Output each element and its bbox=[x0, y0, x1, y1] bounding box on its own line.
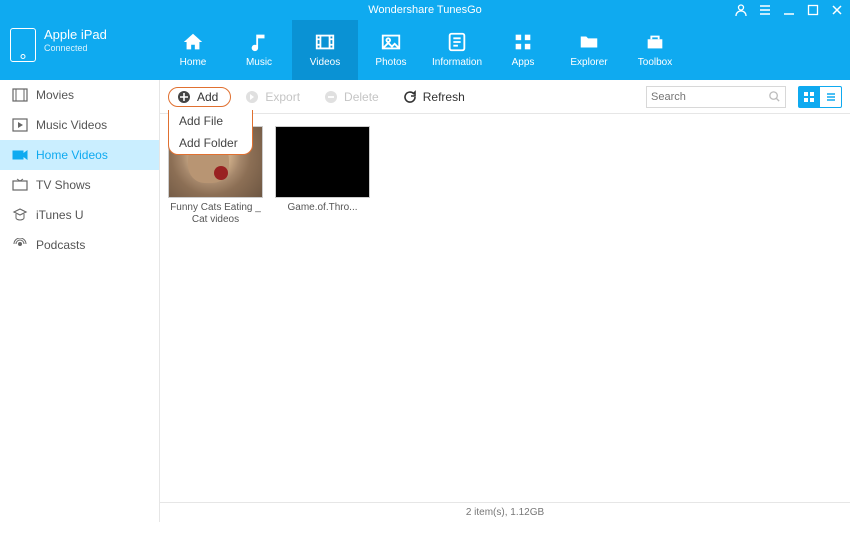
sidebar-item-movies[interactable]: Movies bbox=[0, 80, 159, 110]
window-controls bbox=[732, 0, 846, 20]
list-icon bbox=[825, 91, 837, 103]
body: Movies Music Videos Home Videos TV Shows… bbox=[0, 80, 850, 522]
apps-icon bbox=[511, 31, 535, 53]
export-label: Export bbox=[265, 90, 300, 104]
video-item[interactable]: Game.of.Thro... bbox=[275, 126, 370, 226]
device-area[interactable]: Apple iPad Connected bbox=[0, 20, 160, 80]
list-view-button[interactable] bbox=[820, 86, 842, 108]
sidebar-item-tvshows[interactable]: TV Shows bbox=[0, 170, 159, 200]
refresh-icon bbox=[403, 90, 417, 104]
toolbox-icon bbox=[643, 31, 667, 53]
titlebar: Wondershare TunesGo bbox=[0, 0, 850, 20]
add-label: Add bbox=[197, 90, 218, 104]
tab-toolbox-label: Toolbox bbox=[638, 57, 672, 68]
music-icon bbox=[247, 31, 271, 53]
add-dropdown: Add File Add Folder bbox=[168, 110, 253, 155]
device-info: Apple iPad Connected bbox=[44, 28, 107, 53]
export-button[interactable]: Export bbox=[235, 87, 310, 107]
video-title: Game.of.Thro... bbox=[275, 202, 370, 226]
tab-videos-label: Videos bbox=[310, 57, 340, 68]
user-icon[interactable] bbox=[732, 1, 750, 19]
tab-apps-label: Apps bbox=[512, 57, 535, 68]
nav-row: Apple iPad Connected Home Music Videos P… bbox=[0, 20, 850, 80]
search-box[interactable] bbox=[646, 86, 786, 108]
grid-icon bbox=[803, 91, 815, 103]
sidebar: Movies Music Videos Home Videos TV Shows… bbox=[0, 80, 160, 522]
sidebar-item-podcasts[interactable]: Podcasts bbox=[0, 230, 159, 260]
sidebar-item-label: Music Videos bbox=[36, 118, 107, 132]
statusbar: 2 item(s), 1.12GB bbox=[160, 502, 850, 522]
tab-music[interactable]: Music bbox=[226, 20, 292, 80]
status-text: 2 item(s), 1.12GB bbox=[466, 507, 544, 518]
tab-home[interactable]: Home bbox=[160, 20, 226, 80]
tab-music-label: Music bbox=[246, 57, 272, 68]
toolbar: Add Add File Add Folder Export Delete Re… bbox=[160, 80, 850, 114]
app-title: Wondershare TunesGo bbox=[368, 4, 482, 16]
device-name: Apple iPad bbox=[44, 28, 107, 41]
delete-label: Delete bbox=[344, 90, 379, 104]
itunesu-icon bbox=[12, 208, 28, 222]
delete-button[interactable]: Delete bbox=[314, 87, 389, 107]
content-grid: Funny Cats Eating _ Cat videos Compilati… bbox=[160, 114, 850, 502]
home-icon bbox=[181, 31, 205, 53]
tab-information-label: Information bbox=[432, 57, 482, 68]
refresh-button[interactable]: Refresh bbox=[393, 87, 475, 107]
sidebar-item-label: Home Videos bbox=[36, 148, 108, 162]
tvshows-icon bbox=[12, 178, 28, 192]
add-file-item[interactable]: Add File bbox=[169, 110, 252, 132]
videos-icon bbox=[313, 31, 337, 53]
search-icon bbox=[768, 90, 781, 103]
device-icon bbox=[10, 28, 36, 62]
podcasts-icon bbox=[12, 238, 28, 252]
video-title: Funny Cats Eating _ Cat videos Compilati… bbox=[168, 202, 263, 226]
tab-photos-label: Photos bbox=[375, 57, 406, 68]
tab-explorer[interactable]: Explorer bbox=[556, 20, 622, 80]
tab-photos[interactable]: Photos bbox=[358, 20, 424, 80]
app-header: Wondershare TunesGo Apple iPad Connected… bbox=[0, 0, 850, 80]
sidebar-item-itunesu[interactable]: iTunes U bbox=[0, 200, 159, 230]
nav-tabs: Home Music Videos Photos Information App… bbox=[160, 20, 688, 80]
sidebar-item-musicvideos[interactable]: Music Videos bbox=[0, 110, 159, 140]
grid-view-button[interactable] bbox=[798, 86, 820, 108]
photos-icon bbox=[379, 31, 403, 53]
sidebar-item-label: TV Shows bbox=[36, 178, 91, 192]
explorer-icon bbox=[577, 31, 601, 53]
view-toggle bbox=[798, 86, 842, 108]
add-button[interactable]: Add bbox=[168, 87, 231, 107]
tab-information[interactable]: Information bbox=[424, 20, 490, 80]
homevideos-icon bbox=[12, 148, 28, 162]
tab-explorer-label: Explorer bbox=[570, 57, 607, 68]
movies-icon bbox=[12, 88, 28, 102]
tab-apps[interactable]: Apps bbox=[490, 20, 556, 80]
sidebar-item-label: Podcasts bbox=[36, 238, 85, 252]
device-status: Connected bbox=[44, 43, 107, 53]
video-thumbnail bbox=[275, 126, 370, 198]
sidebar-item-homevideos[interactable]: Home Videos bbox=[0, 140, 159, 170]
export-icon bbox=[245, 90, 259, 104]
tab-toolbox[interactable]: Toolbox bbox=[622, 20, 688, 80]
information-icon bbox=[445, 31, 469, 53]
delete-icon bbox=[324, 90, 338, 104]
close-icon[interactable] bbox=[828, 1, 846, 19]
musicvideos-icon bbox=[12, 118, 28, 132]
add-folder-item[interactable]: Add Folder bbox=[169, 132, 252, 154]
tab-home-label: Home bbox=[180, 57, 207, 68]
search-input[interactable] bbox=[651, 91, 768, 103]
refresh-label: Refresh bbox=[423, 90, 465, 104]
minimize-icon[interactable] bbox=[780, 1, 798, 19]
menu-icon[interactable] bbox=[756, 1, 774, 19]
maximize-icon[interactable] bbox=[804, 1, 822, 19]
plus-icon bbox=[177, 90, 191, 104]
main: Add Add File Add Folder Export Delete Re… bbox=[160, 80, 850, 522]
tab-videos[interactable]: Videos bbox=[292, 20, 358, 80]
sidebar-item-label: Movies bbox=[36, 88, 74, 102]
sidebar-item-label: iTunes U bbox=[36, 208, 84, 222]
